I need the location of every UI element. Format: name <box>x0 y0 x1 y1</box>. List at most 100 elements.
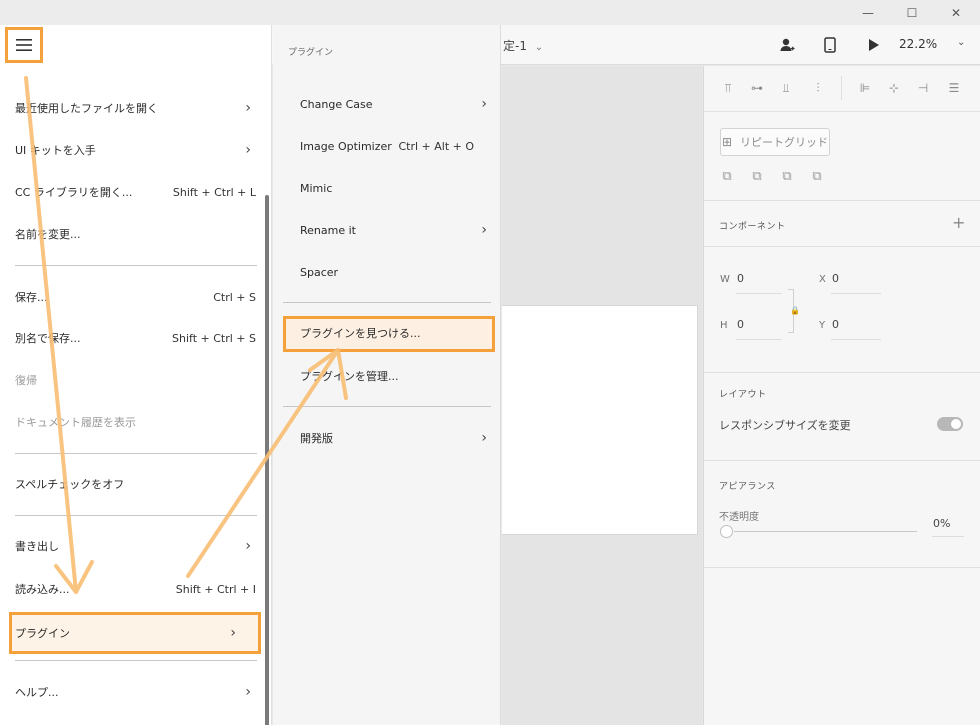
menu-item-cc-libraries[interactable]: CC ライブラリを開く... Shift + Ctrl + L <box>0 177 265 207</box>
add-component-icon[interactable]: + <box>952 213 965 232</box>
menu-item-revert: 復帰 <box>0 365 265 395</box>
width-field[interactable]: 0 <box>737 272 744 285</box>
repeat-grid-button[interactable]: ⊞ リピートグリッド <box>720 128 830 156</box>
lock-icon[interactable]: 🔒 <box>790 306 800 315</box>
component-title: コンポーネント <box>719 222 786 232</box>
menu-divider <box>15 265 257 266</box>
menu-item-save-as[interactable]: 別名で保存... Shift + Ctrl + S <box>0 323 265 353</box>
align-bottom-icon[interactable]: ⫫ <box>778 80 794 96</box>
menu-item-recent-files[interactable]: 最近使用したファイルを開く › <box>0 93 265 123</box>
menu-item-label: ヘルプ... <box>15 686 59 699</box>
submenu-item-label: 開発版 <box>300 432 333 445</box>
window-titlebar: — ☐ ✕ <box>0 0 980 25</box>
shortcut-label: Ctrl + S <box>213 290 256 304</box>
chevron-right-icon: › <box>245 142 251 158</box>
component-section: コンポーネント + <box>704 200 980 246</box>
artboard[interactable] <box>502 305 698 535</box>
share-user-icon[interactable] <box>777 35 797 55</box>
transform-section: W 0 X 0 🔒 H 0 Y 0 <box>704 246 980 366</box>
submenu-item-development[interactable]: 開発版 › <box>273 423 501 453</box>
opacity-label: 不透明度 <box>719 512 759 523</box>
boolean-intersect-icon[interactable]: ⧉ <box>779 169 795 185</box>
height-field[interactable]: 0 <box>737 318 744 331</box>
menu-item-label: 別名で保存... <box>15 332 81 345</box>
distribute-horizontal-icon[interactable]: ☰ <box>946 80 962 96</box>
submenu-item-label: プラグインを管理... <box>300 370 399 383</box>
menu-divider <box>15 515 257 516</box>
boolean-exclude-icon[interactable]: ⧉ <box>809 169 825 185</box>
opacity-slider-track[interactable] <box>734 531 917 532</box>
maximize-button[interactable]: ☐ <box>892 0 932 25</box>
chevron-down-icon[interactable]: ⌄ <box>957 37 965 48</box>
submenu-item-mimic[interactable]: Mimic <box>273 173 501 203</box>
document-title[interactable]: 定-1 ⌄ <box>503 37 543 54</box>
align-left-icon[interactable]: ⊫ <box>857 80 873 96</box>
submenu-item-rename-it[interactable]: Rename it › <box>273 215 501 245</box>
submenu-item-label: Change Case <box>300 97 373 111</box>
play-icon[interactable] <box>864 35 884 55</box>
align-right-icon[interactable]: ⊣ <box>915 80 931 96</box>
menu-item-label: CC ライブラリを開く... <box>15 186 133 199</box>
responsive-resize-toggle[interactable] <box>937 417 963 431</box>
distribute-vertical-icon[interactable]: ⫶ <box>810 80 826 96</box>
x-field[interactable]: 0 <box>832 272 839 285</box>
menu-item-ui-kit[interactable]: UI キットを入手 › <box>0 135 265 165</box>
submenu-item-image-optimizer[interactable]: Image Optimizer Ctrl + Alt + O <box>273 131 501 161</box>
menu-item-label: UI キットを入手 <box>15 144 96 157</box>
submenu-item-label: Mimic <box>300 181 333 195</box>
width-label: W <box>720 274 730 285</box>
menu-scrollbar[interactable] <box>265 195 269 725</box>
menu-item-save[interactable]: 保存... Ctrl + S <box>0 282 265 312</box>
menu-item-label: スペルチェックをオフ <box>15 478 125 491</box>
chevron-right-icon: › <box>481 430 487 446</box>
align-center-icon[interactable]: ⊹ <box>886 80 902 96</box>
menu-item-label: プラグイン <box>15 627 70 640</box>
align-middle-icon[interactable]: ⊶ <box>749 80 765 96</box>
boolean-subtract-icon[interactable]: ⧉ <box>749 169 765 185</box>
repeat-grid-label: リピートグリッド <box>740 136 829 149</box>
submenu-item-change-case[interactable]: Change Case › <box>273 89 501 119</box>
opacity-slider-knob[interactable] <box>720 525 733 538</box>
chevron-right-icon: › <box>245 684 251 700</box>
submenu-item-label: Rename it <box>300 223 356 237</box>
submenu-divider <box>283 406 491 407</box>
property-inspector: ⫪ ⊶ ⫫ ⫶ ⊫ ⊹ ⊣ ☰ ⊞ リピートグリッド ⧉ ⧉ ⧉ ⧉ コンポーネ… <box>703 66 980 725</box>
close-button[interactable]: ✕ <box>936 0 976 25</box>
menu-item-label: 復帰 <box>15 374 37 387</box>
zoom-level[interactable]: 22.2% <box>899 37 937 51</box>
menu-item-plugins[interactable]: プラグイン › <box>0 618 265 648</box>
menu-item-label: 書き出し <box>15 540 59 553</box>
menu-item-label: 読み込み... <box>15 583 70 596</box>
submenu-item-spacer[interactable]: Spacer <box>273 257 501 287</box>
layout-title: レイアウト <box>719 390 767 400</box>
submenu-item-manage-plugins[interactable]: プラグインを管理... <box>273 361 501 391</box>
shortcut-label: Ctrl + Alt + O <box>398 139 474 153</box>
appearance-section: アピアランス 不透明度 0% <box>704 460 980 568</box>
menu-item-export[interactable]: 書き出し › <box>0 531 265 561</box>
y-underline <box>831 339 881 340</box>
height-underline <box>736 339 782 340</box>
opacity-value-field[interactable]: 0% <box>933 517 950 530</box>
menu-divider <box>15 660 257 661</box>
y-field[interactable]: 0 <box>832 318 839 331</box>
boolean-add-icon[interactable]: ⧉ <box>719 169 735 185</box>
width-underline <box>736 293 782 294</box>
minimize-button[interactable]: — <box>848 0 888 25</box>
device-preview-icon[interactable] <box>820 35 840 55</box>
chevron-down-icon: ⌄ <box>534 42 544 53</box>
x-label: X <box>819 274 826 285</box>
menu-item-label: 最近使用したファイルを開く <box>15 102 158 115</box>
menu-item-spellcheck[interactable]: スペルチェックをオフ <box>0 469 265 499</box>
submenu-item-find-plugins[interactable]: プラグインを見つける... <box>273 318 501 348</box>
chevron-right-icon: › <box>245 538 251 554</box>
layout-section: レイアウト レスポンシブサイズを変更 <box>704 372 980 462</box>
menu-item-rename[interactable]: 名前を変更... <box>0 219 265 249</box>
menu-item-import[interactable]: 読み込み... Shift + Ctrl + I <box>0 574 265 604</box>
menu-item-label: ドキュメント履歴を表示 <box>15 416 136 429</box>
submenu-item-label: Spacer <box>300 265 339 279</box>
align-top-icon[interactable]: ⫪ <box>720 80 736 96</box>
menu-item-help[interactable]: ヘルプ... › <box>0 677 265 707</box>
menu-item-document-history: ドキュメント履歴を表示 <box>0 407 265 437</box>
hamburger-menu-icon[interactable] <box>5 27 43 63</box>
submenu-header: プラグイン <box>288 48 334 58</box>
